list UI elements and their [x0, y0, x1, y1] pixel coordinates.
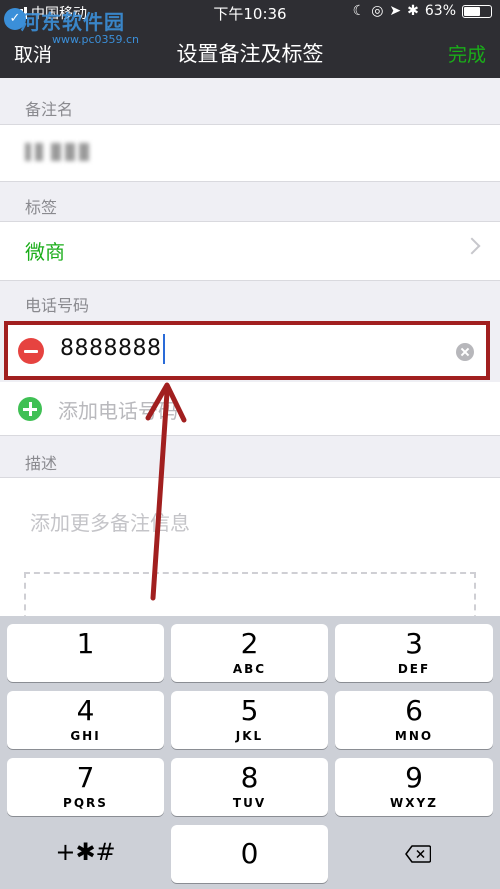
- clear-input-icon[interactable]: [456, 343, 474, 361]
- key-digit: 8: [240, 761, 259, 794]
- add-phone-label: 添加电话号码: [58, 399, 178, 423]
- phone-number-row: 8888888: [4, 321, 490, 380]
- battery-icon: [462, 4, 492, 18]
- key-letters: DEF: [397, 662, 431, 676]
- tags-row[interactable]: 微商: [0, 221, 500, 281]
- key-digit: 9: [405, 761, 423, 794]
- key-5[interactable]: 5 JKL: [171, 691, 328, 749]
- moon-icon: ☾: [352, 3, 366, 19]
- backspace-icon: [405, 845, 431, 863]
- top-bar: 中国移动 下午10:36 ☾ ◎ ➤ ✱ 63% ✓ 河东软件园 www.pc0…: [0, 0, 500, 78]
- add-phone-row[interactable]: 添加电话号码: [0, 382, 500, 436]
- key-4[interactable]: 4 GHI: [7, 691, 164, 749]
- tag-value: 微商: [25, 240, 65, 264]
- key-letters: ABC: [232, 662, 267, 676]
- key-letters: WXYZ: [390, 796, 438, 810]
- key-6[interactable]: 6 MNO: [335, 691, 493, 749]
- key-9[interactable]: 9 WXYZ: [335, 758, 493, 816]
- description-section-label: 描述: [25, 454, 58, 473]
- phone-number-input[interactable]: 8888888: [60, 336, 161, 361]
- key-digit: 0: [240, 837, 259, 870]
- key-7[interactable]: 7 PQRS: [7, 758, 164, 816]
- key-digit: 2: [240, 627, 259, 660]
- key-letters: GHI: [70, 729, 101, 743]
- key-0[interactable]: 0: [171, 825, 328, 883]
- key-symbols[interactable]: +✱#: [7, 825, 164, 883]
- key-digit: 7: [76, 761, 95, 794]
- chevron-right-icon: [463, 237, 481, 255]
- key-symbols-label: +✱#: [55, 838, 116, 866]
- key-3[interactable]: 3 DEF: [335, 624, 493, 682]
- add-phone-icon[interactable]: [18, 397, 42, 421]
- key-letters: TUV: [232, 796, 267, 810]
- location-icon: ➤: [389, 3, 402, 19]
- key-digit: 4: [76, 694, 95, 727]
- key-letters: PQRS: [63, 796, 108, 810]
- key-8[interactable]: 8 TUV: [171, 758, 328, 816]
- remark-name-blurred-value: [25, 143, 89, 161]
- rotation-lock-icon: ◎: [371, 3, 384, 19]
- battery-percent: 63%: [424, 3, 456, 19]
- key-digit: 6: [405, 694, 423, 727]
- bluetooth-icon: ✱: [407, 3, 419, 19]
- key-letters: MNO: [394, 729, 434, 743]
- key-1[interactable]: 1: [7, 624, 164, 682]
- page-title: 设置备注及标签: [176, 42, 324, 66]
- key-letters: JKL: [235, 729, 264, 743]
- done-button[interactable]: 完成: [448, 40, 486, 67]
- key-digit: 5: [240, 694, 259, 727]
- remark-name-field[interactable]: [0, 124, 500, 182]
- text-cursor: [163, 334, 165, 364]
- key-digit: 1: [76, 627, 95, 660]
- remark-section-label: 备注名: [25, 100, 74, 119]
- description-placeholder: 添加更多备注信息: [30, 511, 190, 535]
- remove-phone-button[interactable]: [18, 338, 44, 364]
- status-right: ☾ ◎ ➤ ✱ 63%: [353, 3, 492, 19]
- battery-fill: [464, 6, 480, 16]
- tags-section-label: 标签: [25, 198, 58, 217]
- key-2[interactable]: 2 ABC: [171, 624, 328, 682]
- key-digit: 3: [405, 627, 423, 660]
- nav-bar: 取消 设置备注及标签 完成: [0, 30, 500, 74]
- description-field[interactable]: 添加更多备注信息: [0, 477, 500, 632]
- phone-section-label: 电话号码: [25, 296, 90, 315]
- backspace-button[interactable]: [335, 825, 493, 883]
- numeric-keypad: 1 2 ABC 3 DEF 4 GHI 5 JKL 6 MNO 7 PQRS 8…: [0, 616, 500, 889]
